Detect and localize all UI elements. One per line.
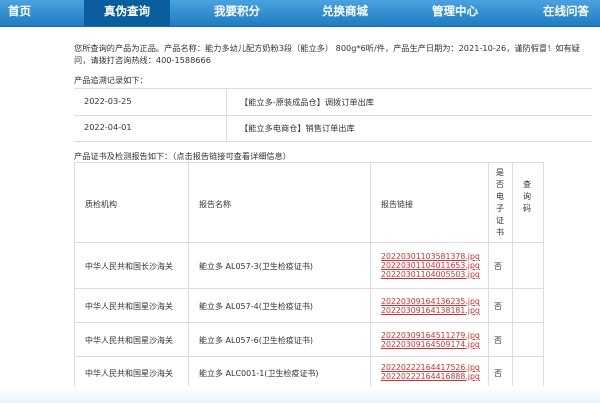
report-link[interactable]: 20220309164136235.jpg — [381, 297, 480, 306]
cert-org: 中华人民共和国星沙海关 — [75, 289, 189, 323]
trace-date: 2022-04-01 — [84, 122, 132, 132]
report-link[interactable]: 20220309164509174.jpg — [381, 340, 480, 349]
nav-redeem-mall[interactable]: 兑换商城 — [322, 0, 368, 26]
trace-table: 2022-03-25 【能立多-原装成品仓】调拨订单出库 2022-04-01 … — [74, 88, 592, 142]
cert-report-links: 20220301103581378.jpg 20220301104011653.… — [371, 243, 489, 289]
cert-section-title: 产品证书及检测报告如下：（点击报告链接可查看详细信息） — [74, 151, 291, 161]
report-link[interactable]: 20220301103581378.jpg — [381, 252, 480, 261]
report-link[interactable]: 20220301104005503.jpg — [381, 270, 480, 279]
report-link[interactable]: 20220301104011653.jpg — [381, 261, 480, 270]
cert-e-cert: 否 — [489, 289, 513, 323]
footer-decoration — [0, 386, 600, 403]
cert-report-links: 20220222164417526.jpg 20220222164416888.… — [371, 357, 489, 389]
cert-report-name: 能立多 AL057-3(卫生检疫证书) — [189, 243, 371, 289]
report-link[interactable]: 20220222164417526.jpg — [381, 363, 480, 372]
cert-query-code — [513, 243, 543, 289]
header-e-cert: 是 否 电 子 证 书 — [489, 163, 513, 243]
cert-e-cert: 否 — [489, 323, 513, 357]
cert-query-code — [513, 357, 543, 389]
trace-event: 【能立多-原装成品仓】调拨订单出库 — [240, 97, 374, 107]
trace-date: 2022-03-25 — [84, 96, 132, 106]
nav-authenticity-check[interactable]: 真伪查询 — [84, 0, 170, 26]
report-link[interactable]: 20220309164138181.jpg — [381, 306, 480, 315]
cert-org: 中华人民共和国星沙海关 — [75, 357, 189, 389]
cert-report-links: 20220309164136235.jpg 20220309164138181.… — [371, 289, 489, 323]
cert-org: 中华人民共和国长沙海关 — [75, 243, 189, 289]
report-link[interactable]: 20220309164511279.jpg — [381, 331, 480, 340]
cert-report-name: 能立多 ALC001-1(卫生检疫证书) — [189, 357, 371, 389]
trace-row: 2022-04-01 【能立多电商仓】销售订单出库 — [74, 115, 592, 142]
trace-event: 【能立多电商仓】销售订单出库 — [240, 123, 355, 133]
header-report-name: 报告名称 — [189, 163, 371, 243]
cert-org: 中华人民共和国星沙海关 — [75, 323, 189, 357]
nav-online-qa[interactable]: 在线问答 — [543, 0, 589, 26]
nav-earn-points[interactable]: 我要积分 — [214, 0, 260, 26]
trace-row: 2022-03-25 【能立多-原装成品仓】调拨订单出库 — [74, 89, 592, 116]
cert-e-cert: 否 — [489, 357, 513, 389]
header-org: 质检机构 — [75, 163, 189, 243]
cert-query-code — [513, 323, 543, 357]
report-link[interactable]: 20220222164416888.jpg — [381, 372, 480, 381]
trace-section-title: 产品追溯记录如下： — [74, 75, 148, 85]
cert-report-links: 20220309164511279.jpg 20220309164509174.… — [371, 323, 489, 357]
cert-query-code — [513, 289, 543, 323]
header-query-code: 查 询 码 — [513, 163, 543, 243]
nav-home[interactable]: 首页 — [8, 0, 31, 26]
cert-report-name: 能立多 AL057-6(卫生检疫证书) — [189, 323, 371, 357]
nav-management-center[interactable]: 管理中心 — [432, 0, 478, 26]
authenticity-result-text: 您所查询的产品为正品。产品名称：能力多幼儿配方奶粉3段（能立多） 800g*6听… — [74, 43, 580, 65]
cert-table: 质检机构 报告名称 报告链接 是 否 电 子 证 书 查 询 码 中华人民共和国… — [74, 162, 544, 390]
cert-e-cert: 否 — [489, 243, 513, 289]
top-navigation: 首页 真伪查询 我要积分 兑换商城 管理中心 在线问答 — [0, 0, 600, 27]
cert-report-name: 能立多 AL057-4(卫生检疫证书) — [189, 289, 371, 323]
header-report-link: 报告链接 — [371, 163, 489, 243]
